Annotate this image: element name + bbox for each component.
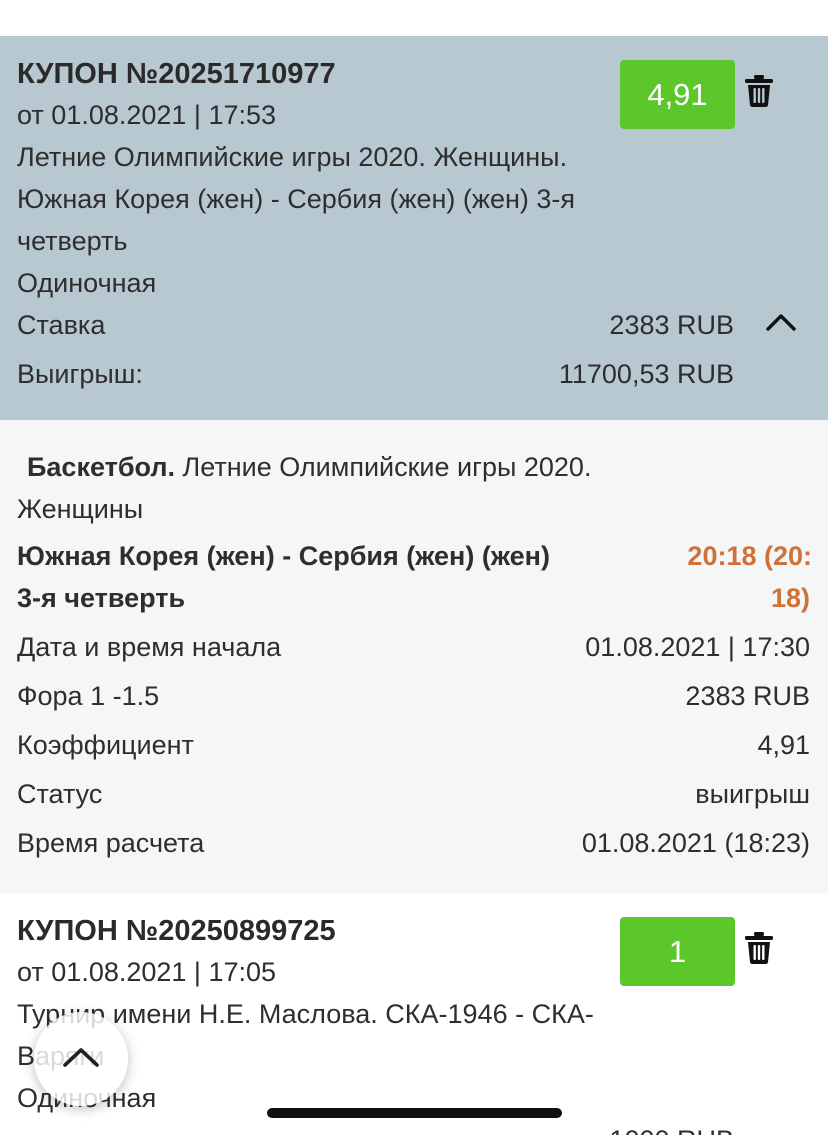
win-value: 11700,53 RUB <box>558 359 734 389</box>
detail-value-status: выигрыш <box>695 779 810 809</box>
coupon-card[interactable]: КУПОН №20251710977 от 01.08.2021 | 17:53… <box>0 36 828 420</box>
detail-value-handicap: 2383 RUB <box>685 681 810 711</box>
trash-icon[interactable] <box>744 74 774 108</box>
score-line-1: 20:18 (20: <box>687 541 812 571</box>
stake-value: 2383 RUB <box>609 310 734 340</box>
win-label: Выигрыш: <box>17 359 143 389</box>
bet-details: Баскетбол. Летние Олимпийские игры 2020.… <box>0 420 828 893</box>
coupon-date: от 01.08.2021 | 17:05 <box>17 957 277 987</box>
match-name: Южная Корея (жен) - Сербия (жен) (жен) <box>17 541 550 571</box>
coupon-title: КУПОН №20251710977 <box>17 58 336 90</box>
detail-label-coef: Коэффициент <box>17 730 194 760</box>
scroll-top-button[interactable] <box>34 1012 128 1106</box>
bet-type: Одиночная <box>17 268 157 298</box>
sport-name: Баскетбол. <box>27 452 175 482</box>
score-line-2: 18) <box>770 583 810 613</box>
detail-label-status: Статус <box>17 779 103 809</box>
event-league: Летние Олимпийские игры 2020. Женщины. <box>17 142 568 172</box>
detail-label-handicap: Фора 1 -1.5 <box>17 681 160 711</box>
coupon-date: от 01.08.2021 | 17:53 <box>17 100 277 130</box>
stake-label: Ставка <box>17 310 106 340</box>
league-cont: Женщины <box>17 494 144 524</box>
odds-button[interactable]: 4,91 <box>620 60 735 129</box>
chevron-up-icon[interactable] <box>765 312 797 332</box>
coupon-card[interactable]: КУПОН №20250899725 от 01.08.2021 | 17:05… <box>0 893 828 1135</box>
trash-icon[interactable] <box>744 931 774 965</box>
detail-value-coef: 4,91 <box>757 730 810 760</box>
coupon-title: КУПОН №20250899725 <box>17 915 336 947</box>
sport-line: Баскетбол. Летние Олимпийские игры 2020. <box>27 452 591 483</box>
top-strip <box>0 0 828 36</box>
league-name: Летние Олимпийские игры 2020. <box>182 452 592 482</box>
event-match: Южная Корея (жен) - Сербия (жен) (жен) 3… <box>17 184 576 214</box>
home-indicator[interactable] <box>267 1108 562 1118</box>
stake-value: 1000 RUB <box>609 1125 734 1135</box>
detail-value-settled: 01.08.2021 (18:23) <box>581 828 810 858</box>
period-name: 3-я четверть <box>17 583 186 613</box>
event-match-cont: четверть <box>17 226 128 256</box>
detail-value-start: 01.08.2021 | 17:30 <box>585 632 810 662</box>
odds-button[interactable]: 1 <box>620 917 735 986</box>
detail-label-start: Дата и время начала <box>17 632 282 662</box>
detail-label-settled: Время расчета <box>17 828 205 858</box>
chevron-up-icon <box>61 1045 101 1074</box>
